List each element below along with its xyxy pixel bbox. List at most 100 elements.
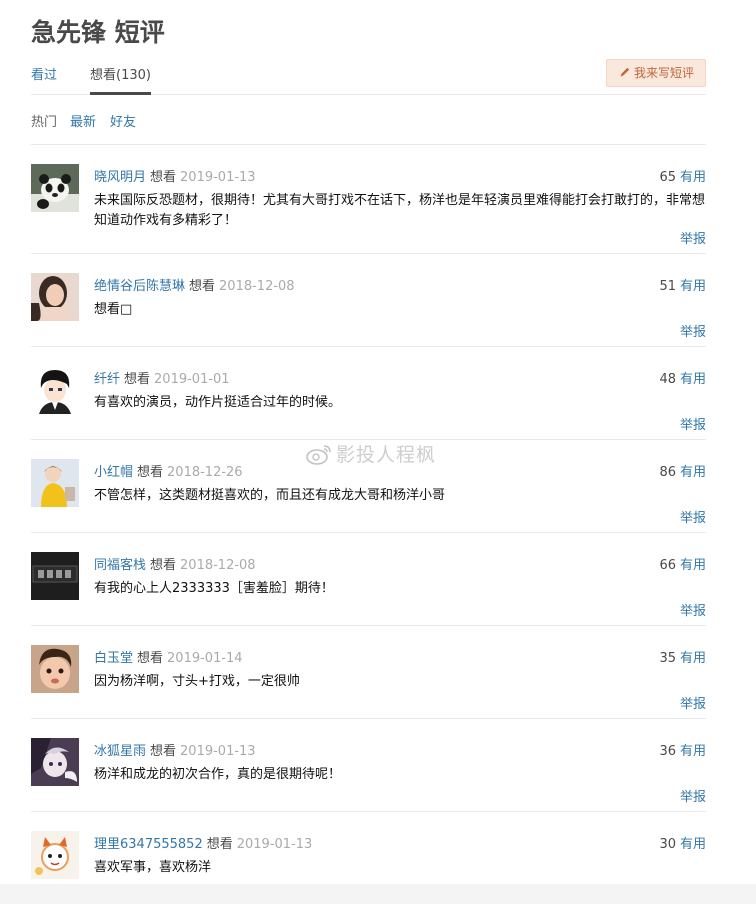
vote-count: 86 <box>659 465 676 480</box>
comment-date: 2019-01-13 <box>180 744 256 759</box>
sort-friends[interactable]: 好友 <box>110 111 136 130</box>
comment-meta: 理里6347555852 想看 2019-01-13 <box>94 833 312 852</box>
comment-text: 有我的心上人2333333［害羞脸］期待！ <box>94 581 334 596</box>
user-avatar[interactable] <box>31 164 79 212</box>
comment-item: 白玉堂 想看 2019-01-14 35 有用 因为杨洋啊，寸头+打戏，一定很帅 举报 <box>31 626 706 719</box>
vote-area: 35 有用 <box>659 647 706 666</box>
comment-status: 想看 <box>137 651 164 666</box>
pencil-icon <box>620 67 630 77</box>
baby-avatar-icon <box>31 645 79 693</box>
vote-useful-button[interactable]: 有用 <box>680 372 706 387</box>
vote-useful-button[interactable]: 有用 <box>680 558 706 573</box>
vote-area: 65 有用 <box>659 166 706 185</box>
user-avatar[interactable] <box>31 645 79 693</box>
comment-username[interactable]: 白玉堂 <box>94 651 133 666</box>
watermark: 影投人程枫 <box>306 440 436 467</box>
vote-useful-button[interactable]: 有用 <box>680 465 706 480</box>
vote-area: 48 有用 <box>659 368 706 387</box>
comment-status: 想看 <box>150 558 177 573</box>
report-link[interactable]: 举报 <box>680 507 706 526</box>
comment-username[interactable]: 纤纤 <box>94 372 120 387</box>
report-link[interactable]: 举报 <box>680 321 706 340</box>
user-avatar[interactable] <box>31 273 79 321</box>
weibo-icon <box>306 445 331 465</box>
comment-date: 2019-01-01 <box>154 372 230 387</box>
comment-item: 绝情谷后陈慧琳 想看 2018-12-08 51 有用 想看□ 举报 <box>31 254 706 347</box>
write-comment-button[interactable]: 我来写短评 <box>605 59 706 87</box>
comment-status: 想看 <box>150 744 177 759</box>
comment-meta: 冰狐星雨 想看 2019-01-13 <box>94 740 256 759</box>
comment-date: 2018-12-08 <box>180 558 256 573</box>
comment-text: 杨洋和成龙的初次合作，真的是很期待呢！ <box>94 767 342 782</box>
comment-username[interactable]: 冰狐星雨 <box>94 744 146 759</box>
comment-date: 2019-01-13 <box>236 837 313 852</box>
comment-item: 纤纤 想看 2019-01-01 48 有用 有喜欢的演员，动作片挺适合过年的时候。 … <box>31 347 706 440</box>
comment-username[interactable]: 理里6347555852 <box>94 837 203 852</box>
comment-text: 因为杨洋啊，寸头+打戏，一定很帅 <box>94 674 300 689</box>
report-link[interactable]: 举报 <box>680 693 706 712</box>
comment-text: 有喜欢的演员，动作片挺适合过年的时候。 <box>94 395 342 410</box>
sort-hot[interactable]: 热门 <box>31 111 57 130</box>
report-link[interactable]: 举报 <box>680 228 706 247</box>
panda-avatar-icon <box>31 164 79 212</box>
vote-useful-button[interactable]: 有用 <box>680 651 706 666</box>
tab-want-to-see[interactable]: 想看(130) <box>90 64 151 95</box>
bottom-bar <box>0 884 756 904</box>
vote-count: 35 <box>659 651 676 666</box>
comment-username[interactable]: 同福客栈 <box>94 558 146 573</box>
comment-username[interactable]: 晓风明月 <box>94 170 146 185</box>
comment-username[interactable]: 绝情谷后陈慧琳 <box>94 279 185 294</box>
comment-date: 2018-12-26 <box>167 465 243 480</box>
inn-sign-avatar-icon <box>31 552 79 600</box>
user-avatar[interactable] <box>31 738 79 786</box>
vote-useful-button[interactable]: 有用 <box>680 279 706 294</box>
user-avatar[interactable] <box>31 459 79 507</box>
cartoon-cat-avatar-icon <box>31 831 79 879</box>
user-avatar[interactable] <box>31 366 79 414</box>
vote-area: 30 有用 <box>659 833 706 852</box>
woman-portrait-avatar-icon <box>31 273 79 321</box>
comment-date: 2018-12-08 <box>219 279 295 294</box>
sort-bar: 热门 最新 好友 <box>31 101 706 145</box>
comment-meta: 晓风明月 想看 2019-01-13 <box>94 166 256 185</box>
comment-text: 未来国际反恐题材，很期待！尤其有大哥打戏不在话下，杨洋也是年轻演员里难得能打会打… <box>94 193 706 228</box>
vote-count: 65 <box>659 170 676 185</box>
vote-count: 51 <box>659 279 676 294</box>
vote-area: 86 有用 <box>659 461 706 480</box>
comment-status: 想看 <box>189 279 216 294</box>
vote-count: 30 <box>659 837 676 852</box>
girl-yellow-avatar-icon <box>31 459 79 507</box>
comment-date: 2019-01-14 <box>167 651 243 666</box>
vote-useful-button[interactable]: 有用 <box>680 837 706 852</box>
comment-meta: 小红帽 想看 2018-12-26 <box>94 461 243 480</box>
sort-latest[interactable]: 最新 <box>70 111 96 130</box>
user-avatar[interactable] <box>31 831 79 879</box>
watermark-text: 影投人程枫 <box>336 444 437 466</box>
report-link[interactable]: 举报 <box>680 786 706 805</box>
tab-watched[interactable]: 看过 <box>31 64 57 83</box>
comment-text: 不管怎样，这类题材挺喜欢的，而且还有成龙大哥和杨洋小哥 <box>94 488 446 503</box>
user-avatar[interactable] <box>31 552 79 600</box>
vote-count: 66 <box>659 558 676 573</box>
write-comment-label: 我来写短评 <box>633 66 694 80</box>
comment-status: 想看 <box>150 170 177 185</box>
page-title: 急先锋 短评 <box>31 18 165 47</box>
comment-status: 想看 <box>206 837 233 852</box>
report-link[interactable]: 举报 <box>680 600 706 619</box>
comment-username[interactable]: 小红帽 <box>94 465 133 480</box>
vote-area: 51 有用 <box>659 275 706 294</box>
vote-useful-button[interactable]: 有用 <box>680 170 706 185</box>
comment-item: 同福客栈 想看 2018-12-08 66 有用 有我的心上人2333333［害羞脸］… <box>31 533 706 626</box>
report-link[interactable]: 举报 <box>680 414 706 433</box>
comment-meta: 白玉堂 想看 2019-01-14 <box>94 647 243 666</box>
comment-date: 2019-01-13 <box>180 170 256 185</box>
comment-item: 晓风明月 想看 2019-01-13 65 有用 未来国际反恐题材，很期待！尤其有大哥… <box>31 145 706 254</box>
comment-text: 想看□ <box>94 302 133 317</box>
vote-useful-button[interactable]: 有用 <box>680 744 706 759</box>
vote-area: 36 有用 <box>659 740 706 759</box>
comment-meta: 纤纤 想看 2019-01-01 <box>94 368 230 387</box>
comment-text: 喜欢军事，喜欢杨洋 <box>94 860 212 875</box>
comment-meta: 绝情谷后陈慧琳 想看 2018-12-08 <box>94 275 295 294</box>
comment-status: 想看 <box>137 465 164 480</box>
vote-count: 36 <box>659 744 676 759</box>
